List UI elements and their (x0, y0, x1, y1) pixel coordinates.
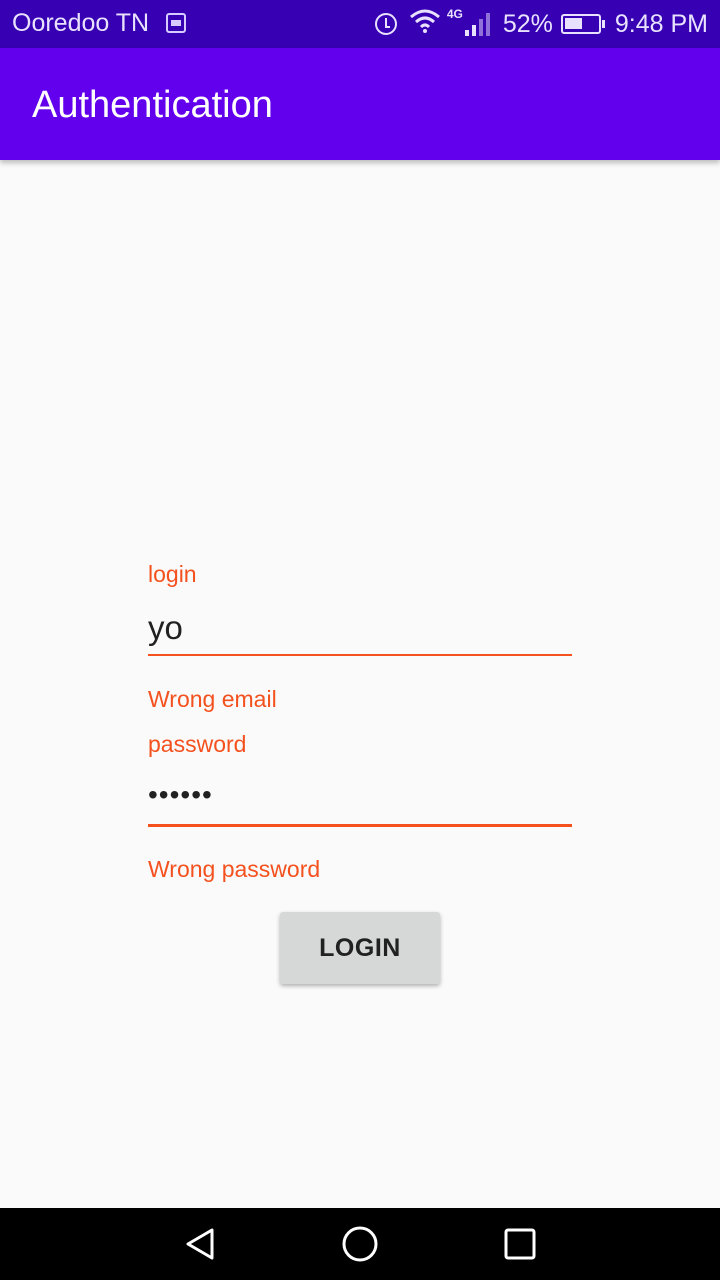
navigation-bar (0, 1208, 720, 1280)
network-type: 4G (446, 7, 463, 21)
login-button[interactable]: LOGIN (280, 912, 440, 984)
status-icons: 4G 52% 9:48 PM (374, 0, 708, 48)
home-icon[interactable] (340, 1226, 380, 1262)
back-icon[interactable] (180, 1226, 220, 1262)
app-bar: Authentication (0, 48, 720, 160)
page-title: Authentication (32, 84, 273, 126)
login-label: login (148, 561, 197, 587)
clock: 9:48 PM (614, 9, 708, 38)
status-bar: Ooredoo TN 4G 52% 9:48 PM (0, 0, 720, 48)
carrier-name: Ooredoo TN (12, 9, 150, 37)
screen: Ooredoo TN 4G 52% 9:48 PM Authentication… (0, 0, 720, 1280)
login-input[interactable] (148, 603, 572, 653)
signal-icon (464, 12, 493, 36)
password-label: password (148, 731, 247, 757)
wifi-icon (409, 9, 441, 40)
alarm-icon (374, 13, 397, 35)
recents-icon[interactable] (500, 1226, 540, 1262)
battery-icon (560, 14, 605, 34)
battery-percent: 52% (502, 9, 553, 38)
login-underline (148, 654, 572, 656)
image-notification-icon (166, 13, 186, 33)
password-input[interactable]: •••••• (148, 779, 213, 811)
password-underline (148, 824, 572, 827)
login-error: Wrong email (148, 686, 277, 712)
password-error: Wrong password (148, 856, 321, 882)
